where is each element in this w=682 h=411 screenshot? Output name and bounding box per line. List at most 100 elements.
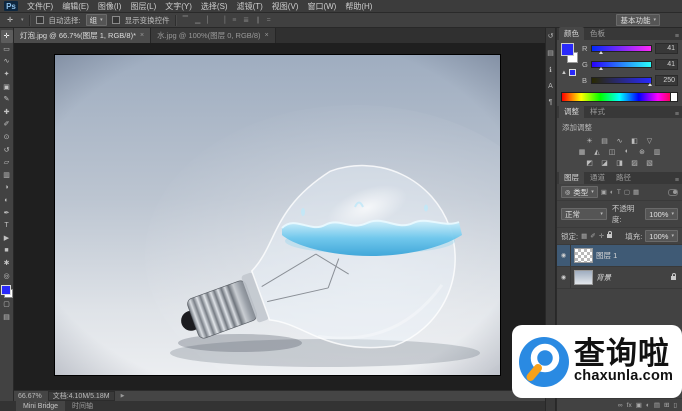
adjustment-layer-icon[interactable]: ◐ [646,402,650,409]
tab-mini-bridge[interactable]: Mini Bridge [16,401,65,411]
menu-view[interactable]: 视图(V) [272,1,299,12]
selective-color-icon[interactable]: ▧ [644,158,655,167]
clone-stamp-tool[interactable]: ⊙ [1,131,13,144]
menu-window[interactable]: 窗口(W) [307,1,336,12]
crop-tool[interactable]: ▣ [1,80,13,93]
vibrance-icon[interactable]: ▽ [644,136,655,145]
show-transform-checkbox[interactable] [112,16,120,24]
align-left-icon[interactable]: ▏ [206,16,213,24]
lock-pixels-icon[interactable]: ✐ [590,232,595,240]
lock-position-icon[interactable]: ✛ [599,232,604,240]
quick-selection-tool[interactable]: ✦ [1,68,13,81]
web-color-icon[interactable] [569,69,576,76]
channel-mixer-icon[interactable]: ⊛ [637,147,648,156]
delete-layer-icon[interactable]: ▯ [673,401,677,409]
menu-help[interactable]: 帮助(H) [345,1,372,12]
brush-tool[interactable]: ✐ [1,118,13,131]
visibility-eye-icon[interactable]: ◉ [557,267,571,288]
document-image[interactable] [55,55,500,375]
blend-mode-dropdown[interactable]: 正常▾ [561,208,607,220]
layer-thumbnail[interactable] [574,270,593,285]
path-selection-tool[interactable]: ▶ [1,232,13,245]
blue-slider[interactable] [591,77,652,84]
properties-panel-icon[interactable]: ▤ [547,49,554,57]
distribute-center-icon[interactable]: ≡ [231,17,237,24]
link-layers-icon[interactable]: ∞ [618,402,623,409]
auto-select-checkbox[interactable] [36,16,44,24]
red-slider[interactable] [591,45,652,52]
shape-tool[interactable]: ■ [1,244,13,257]
auto-select-dropdown[interactable]: 组▾ [86,14,107,26]
tab-layers[interactable]: 图层 [559,171,584,184]
character-panel-icon[interactable]: A [548,83,553,90]
menu-filter[interactable]: 滤镜(T) [237,1,263,12]
lock-transparency-icon[interactable]: ▦ [581,232,587,240]
blur-tool[interactable]: ◑ [1,181,13,194]
quick-mask-button[interactable]: ▢ [1,298,13,311]
foreground-color-swatch[interactable] [1,285,11,295]
color-lookup-icon[interactable]: ▥ [652,147,663,156]
layer-mask-icon[interactable]: ▣ [636,401,642,409]
slider-marker[interactable] [648,83,652,86]
color-spectrum-ramp[interactable] [561,92,678,102]
slider-marker[interactable] [599,67,603,70]
dodge-tool[interactable]: ◐ [1,194,13,207]
align-top-icon[interactable]: ▔ [182,16,189,24]
tool-preset-icon[interactable]: ✛ [4,14,16,27]
opacity-dropdown[interactable]: 100%▾ [645,208,678,220]
hue-saturation-icon[interactable]: ▦ [577,147,588,156]
canvas-area[interactable] [14,43,545,390]
align-right-icon[interactable]: ▕ [219,16,226,24]
move-tool[interactable]: ✛ [1,30,13,43]
panel-color-swatches[interactable]: ▲ [561,43,578,65]
layer-thumbnail[interactable] [574,248,593,263]
history-panel-icon[interactable]: ↺ [548,32,554,40]
history-brush-tool[interactable]: ↺ [1,143,13,156]
filter-shape-layers-icon[interactable]: ▢ [624,188,630,196]
distribute-vertical-icon[interactable]: ≣ [242,16,250,24]
tab-adjustments[interactable]: 调整 [559,105,584,118]
green-value[interactable]: 41 [655,59,678,70]
document-tab-lightbulb[interactable]: 灯泡.jpg @ 66.7%(图层 1, RGB/8)* × [14,28,151,43]
color-swatches[interactable] [1,285,13,298]
menu-file[interactable]: 文件(F) [27,1,53,12]
filter-adjustment-layers-icon[interactable]: ◐ [610,189,614,196]
new-group-icon[interactable]: ▤ [654,401,660,409]
eyedropper-tool[interactable]: ✎ [1,93,13,106]
tab-channels[interactable]: 通道 [585,171,610,184]
paragraph-panel-icon[interactable]: ¶ [549,99,553,106]
distribute-horizontal-icon[interactable]: ∥ [255,16,261,24]
layer-row-background[interactable]: ◉ 背景 [557,267,682,289]
lasso-tool[interactable]: ∿ [1,55,13,68]
close-icon[interactable]: × [265,32,269,39]
gradient-map-icon[interactable]: ▨ [629,158,640,167]
menu-type[interactable]: 文字(Y) [165,1,192,12]
panel-menu-icon[interactable]: ≡ [675,111,679,118]
tab-paths[interactable]: 路径 [611,171,636,184]
filter-toggle[interactable] [668,189,678,196]
close-icon[interactable]: × [140,32,144,39]
brightness-contrast-icon[interactable]: ☀ [584,136,595,145]
photo-filter-icon[interactable]: ◐ [622,147,633,156]
green-slider[interactable] [591,61,652,68]
black-white-icon[interactable]: ◫ [607,147,618,156]
tab-styles[interactable]: 样式 [585,105,610,118]
visibility-eye-icon[interactable]: ◉ [557,245,571,266]
blue-value[interactable]: 250 [655,75,678,86]
lock-all-icon[interactable] [607,234,612,238]
posterize-icon[interactable]: ◪ [599,158,610,167]
document-tab-water[interactable]: 水.jpg @ 100%(图层 0, RGB/8) × [151,28,276,43]
slider-marker[interactable] [599,51,603,54]
exposure-icon[interactable]: ◧ [629,136,640,145]
distribute-spacing-icon[interactable]: = [266,17,272,24]
align-bottom-icon[interactable]: ▁ [194,16,201,24]
filter-kind-dropdown[interactable]: ◎类型▾ [561,186,598,198]
layer-name[interactable]: 背景 [596,272,611,283]
foreground-color-swatch[interactable] [561,43,574,56]
layer-style-icon[interactable]: fx [627,402,632,409]
info-panel-icon[interactable]: ℹ [549,66,552,74]
screen-mode-button[interactable]: ▤ [1,310,13,323]
gamut-warning-icon[interactable]: ▲ [561,70,567,76]
status-options-arrow-icon[interactable]: ▶ [121,393,125,399]
color-balance-icon[interactable]: ◭ [592,147,603,156]
